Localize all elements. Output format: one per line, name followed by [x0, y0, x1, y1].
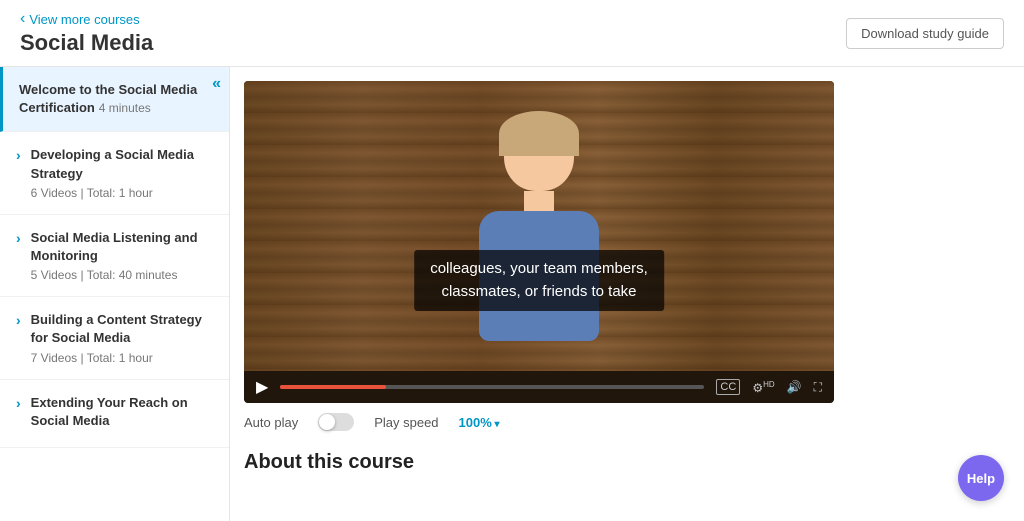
- chevron-icon-developing: ›: [16, 147, 21, 163]
- collapse-sidebar-button[interactable]: «: [212, 75, 221, 93]
- fullscreen-button[interactable]: ⛶: [814, 380, 822, 395]
- sidebar-item-meta-welcome: 4 minutes: [99, 101, 151, 115]
- person-head: [504, 116, 574, 191]
- sidebar: « Welcome to the Social Media Certificat…: [0, 67, 230, 521]
- toggle-knob: [319, 414, 335, 430]
- download-study-guide-button[interactable]: Download study guide: [846, 18, 1004, 49]
- sidebar-item-listening[interactable]: › Social Media Listening and Monitoring …: [0, 215, 229, 297]
- video-options: Auto play Play speed 100%: [244, 403, 1010, 441]
- sidebar-item-expandable-extending: › Extending Your Reach on Social Media: [16, 394, 213, 433]
- sidebar-item-text-content: Building a Content Strategy for Social M…: [31, 311, 213, 364]
- sidebar-item-text-extending: Extending Your Reach on Social Media: [31, 394, 213, 433]
- sidebar-item-title-listening: Social Media Listening and Monitoring: [31, 229, 213, 265]
- about-title: About this course: [244, 451, 1010, 474]
- sidebar-item-expandable-listening: › Social Media Listening and Monitoring …: [16, 229, 213, 282]
- cc-button[interactable]: CC: [716, 379, 740, 395]
- sidebar-item-title-content: Building a Content Strategy for Social M…: [31, 311, 213, 347]
- person-hair: [499, 111, 579, 156]
- header: View more courses Social Media Download …: [0, 0, 1024, 67]
- sidebar-item-meta-listening: 5 Videos | Total: 40 minutes: [31, 268, 213, 282]
- sidebar-item-meta-developing: 6 Videos | Total: 1 hour: [31, 186, 213, 200]
- chevron-icon-content: ›: [16, 312, 21, 328]
- sidebar-item-welcome[interactable]: Welcome to the Social Media Certificatio…: [0, 67, 229, 132]
- video-wrapper: colleagues, your team members, classmate…: [244, 81, 1004, 403]
- sidebar-item-title-developing: Developing a Social Media Strategy: [31, 146, 213, 182]
- sidebar-item-expandable-developing: › Developing a Social Media Strategy 6 V…: [16, 146, 213, 199]
- subtitle-line2: classmates, or friends to take: [430, 281, 648, 304]
- subtitle-line1: colleagues, your team members,: [430, 258, 648, 281]
- page-title: Social Media: [20, 30, 153, 56]
- video-bg[interactable]: colleagues, your team members, classmate…: [244, 81, 834, 371]
- progress-fill: [280, 385, 386, 389]
- sidebar-item-developing[interactable]: › Developing a Social Media Strategy 6 V…: [0, 132, 229, 214]
- sidebar-item-text-developing: Developing a Social Media Strategy 6 Vid…: [31, 146, 213, 199]
- sidebar-item-title-extending: Extending Your Reach on Social Media: [31, 394, 213, 430]
- video-subtitle: colleagues, your team members, classmate…: [414, 250, 664, 311]
- main-layout: « Welcome to the Social Media Certificat…: [0, 67, 1024, 521]
- about-section: About this course: [230, 441, 1024, 494]
- help-button[interactable]: Help: [958, 455, 1004, 501]
- play-button[interactable]: ▶: [256, 377, 268, 397]
- volume-button[interactable]: 🔊: [787, 380, 802, 394]
- person-neck: [524, 191, 554, 211]
- back-link[interactable]: View more courses: [20, 10, 153, 28]
- playspeed-label: Play speed: [374, 415, 438, 430]
- sidebar-item-content[interactable]: › Building a Content Strategy for Social…: [0, 297, 229, 379]
- video-player: colleagues, your team members, classmate…: [244, 81, 834, 403]
- progress-bar[interactable]: [280, 385, 704, 389]
- quality-button[interactable]: ⚙HD: [752, 380, 774, 395]
- autoplay-toggle[interactable]: [318, 413, 354, 431]
- playspeed-select[interactable]: 100%: [459, 415, 500, 430]
- sidebar-item-text-listening: Social Media Listening and Monitoring 5 …: [31, 229, 213, 282]
- chevron-icon-extending: ›: [16, 395, 21, 411]
- sidebar-item-expandable-content: › Building a Content Strategy for Social…: [16, 311, 213, 364]
- sidebar-item-meta-content: 7 Videos | Total: 1 hour: [31, 351, 213, 365]
- chevron-icon-listening: ›: [16, 230, 21, 246]
- page-wrapper: View more courses Social Media Download …: [0, 0, 1024, 521]
- sidebar-item-extending[interactable]: › Extending Your Reach on Social Media: [0, 380, 229, 448]
- content-area: colleagues, your team members, classmate…: [230, 67, 1024, 521]
- autoplay-label: Auto play: [244, 415, 298, 430]
- video-controls: ▶ CC ⚙HD 🔊 ⛶: [244, 371, 834, 403]
- header-left: View more courses Social Media: [20, 10, 153, 56]
